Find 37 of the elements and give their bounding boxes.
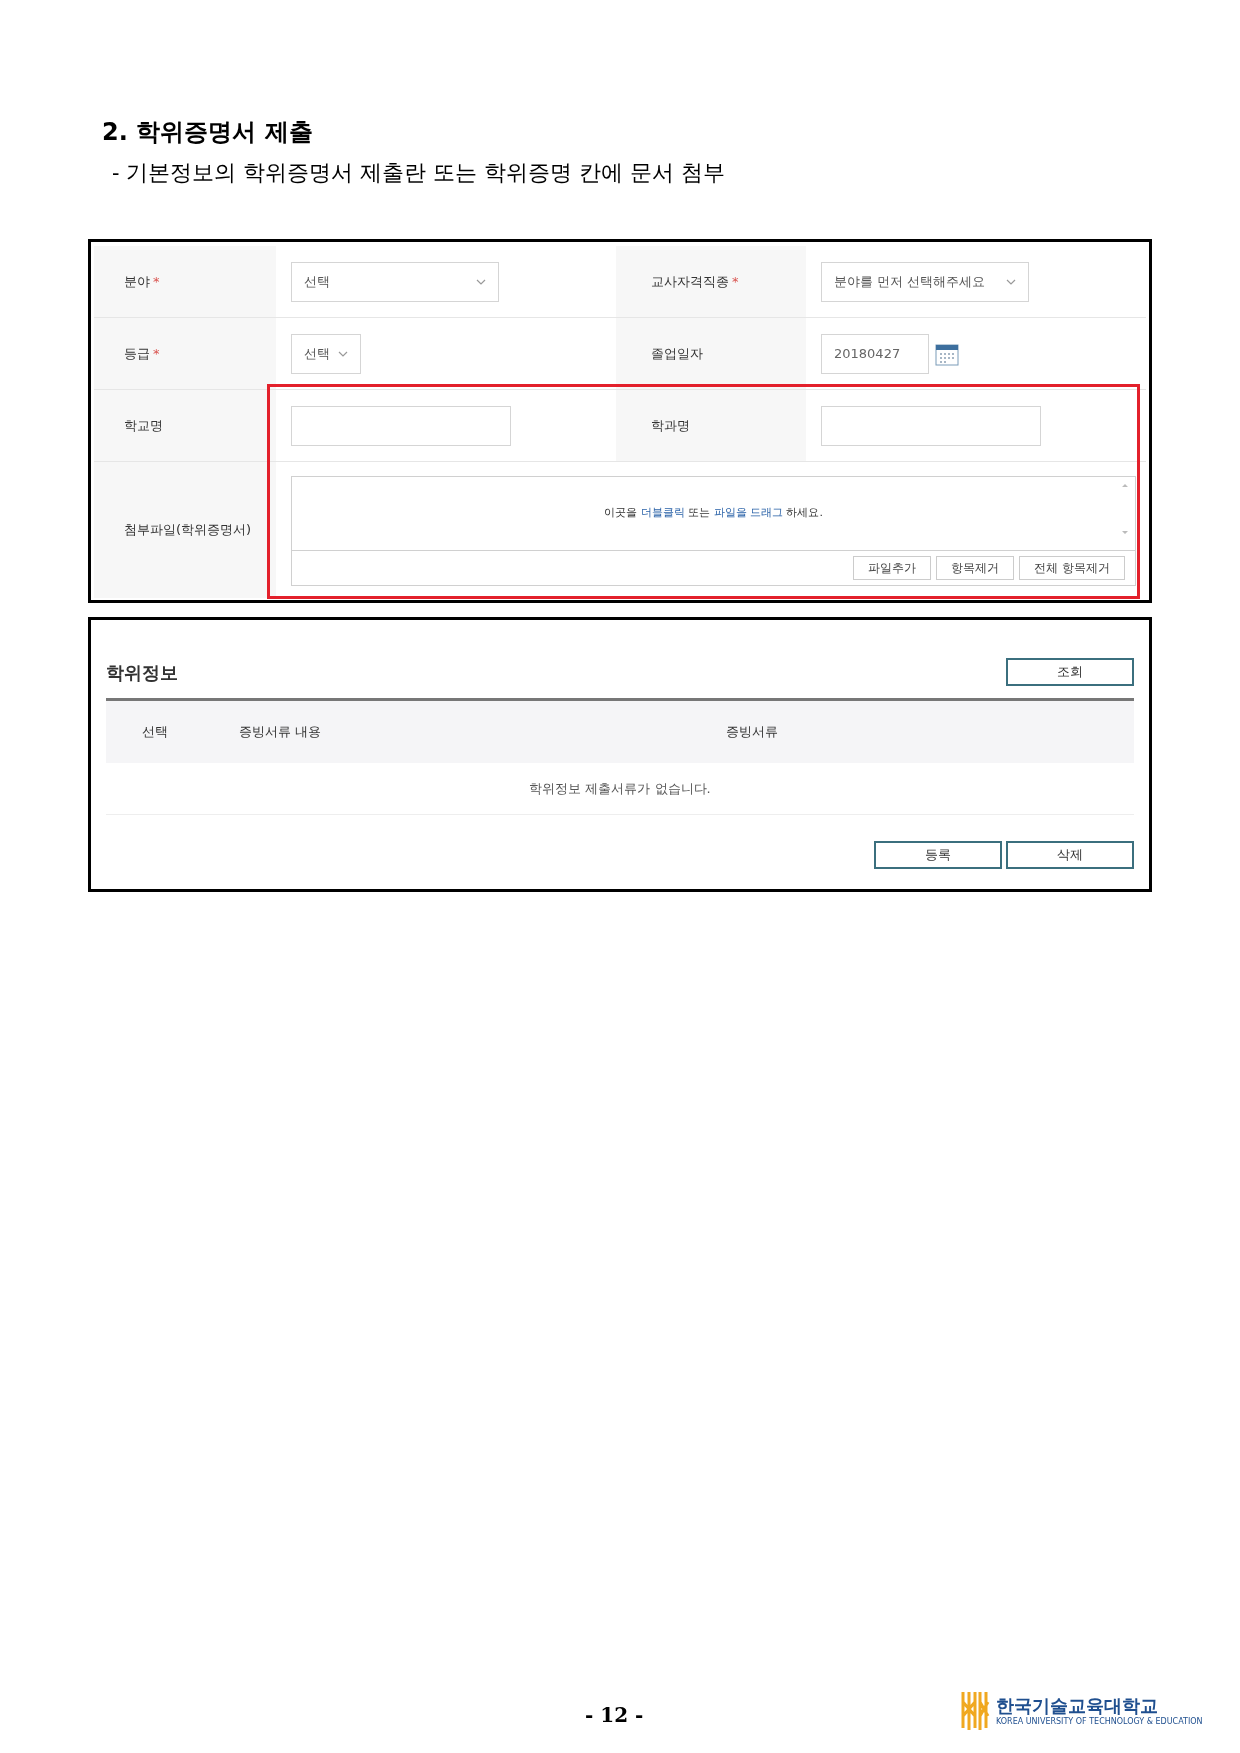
- page-number: - 12 -: [585, 1702, 644, 1729]
- logo-icon: [960, 1690, 992, 1732]
- action-button[interactable]: 등록: [874, 841, 1002, 869]
- empty-message: 학위정보 제출서류가 없습니다.: [529, 779, 711, 798]
- file-button[interactable]: 전체 항목제거: [1019, 556, 1125, 580]
- logo-subtitle: KOREA UNIVERSITY OF TECHNOLOGY & EDUCATION: [996, 1717, 1203, 1727]
- calendar-icon[interactable]: [935, 341, 959, 366]
- chevron-down-icon: [476, 278, 486, 285]
- file-button[interactable]: 항목제거: [936, 556, 1015, 580]
- file-button[interactable]: 파일추가: [853, 556, 932, 580]
- field-label: 분야 *: [124, 272, 160, 291]
- field-label: 등급 *: [124, 344, 160, 363]
- field-label: 학교명: [124, 416, 163, 435]
- field-label: 졸업일자: [651, 344, 703, 363]
- select-field[interactable]: 선택: [291, 333, 361, 374]
- column-header: 증빙서류 내용: [238, 723, 323, 742]
- field-label: 교사자격직종 *: [651, 272, 739, 291]
- section-title: 학위정보: [106, 660, 178, 685]
- chevron-down-icon: [338, 350, 348, 357]
- date-field[interactable]: 20180427: [821, 333, 929, 374]
- file-drop-area[interactable]: 이곳을 더블클릭 또는 파일을 드래그 하세요. 파일추가 항목제거 전체 항목제거: [291, 476, 1136, 586]
- logo-name: 한국기술교육대학교: [996, 1695, 1159, 1717]
- select-field[interactable]: 선택: [291, 261, 499, 302]
- select-field[interactable]: 분야를 먼저 선택해주세요: [821, 261, 1029, 302]
- section-description: - 기본정보의 학위증명서 제출란 또는 학위증명 칸에 문서 첨부: [111, 159, 727, 187]
- search-button[interactable]: 조회: [1006, 658, 1134, 686]
- scrollbar-icon: [1121, 481, 1129, 537]
- column-header: 선택: [141, 723, 169, 742]
- text-field[interactable]: [291, 405, 511, 446]
- field-label: 첨부파일(학위증명서): [124, 521, 252, 539]
- chevron-down-icon: [1006, 278, 1016, 285]
- text-field[interactable]: [821, 405, 1041, 446]
- field-label: 학과명: [651, 416, 690, 435]
- column-header: 증빙서류: [725, 723, 778, 742]
- drop-hint: 이곳을 더블클릭 또는 파일을 드래그 하세요.: [604, 505, 823, 522]
- section-heading: 2. 학위증명서 제출: [102, 117, 314, 148]
- action-button[interactable]: 삭제: [1006, 841, 1134, 869]
